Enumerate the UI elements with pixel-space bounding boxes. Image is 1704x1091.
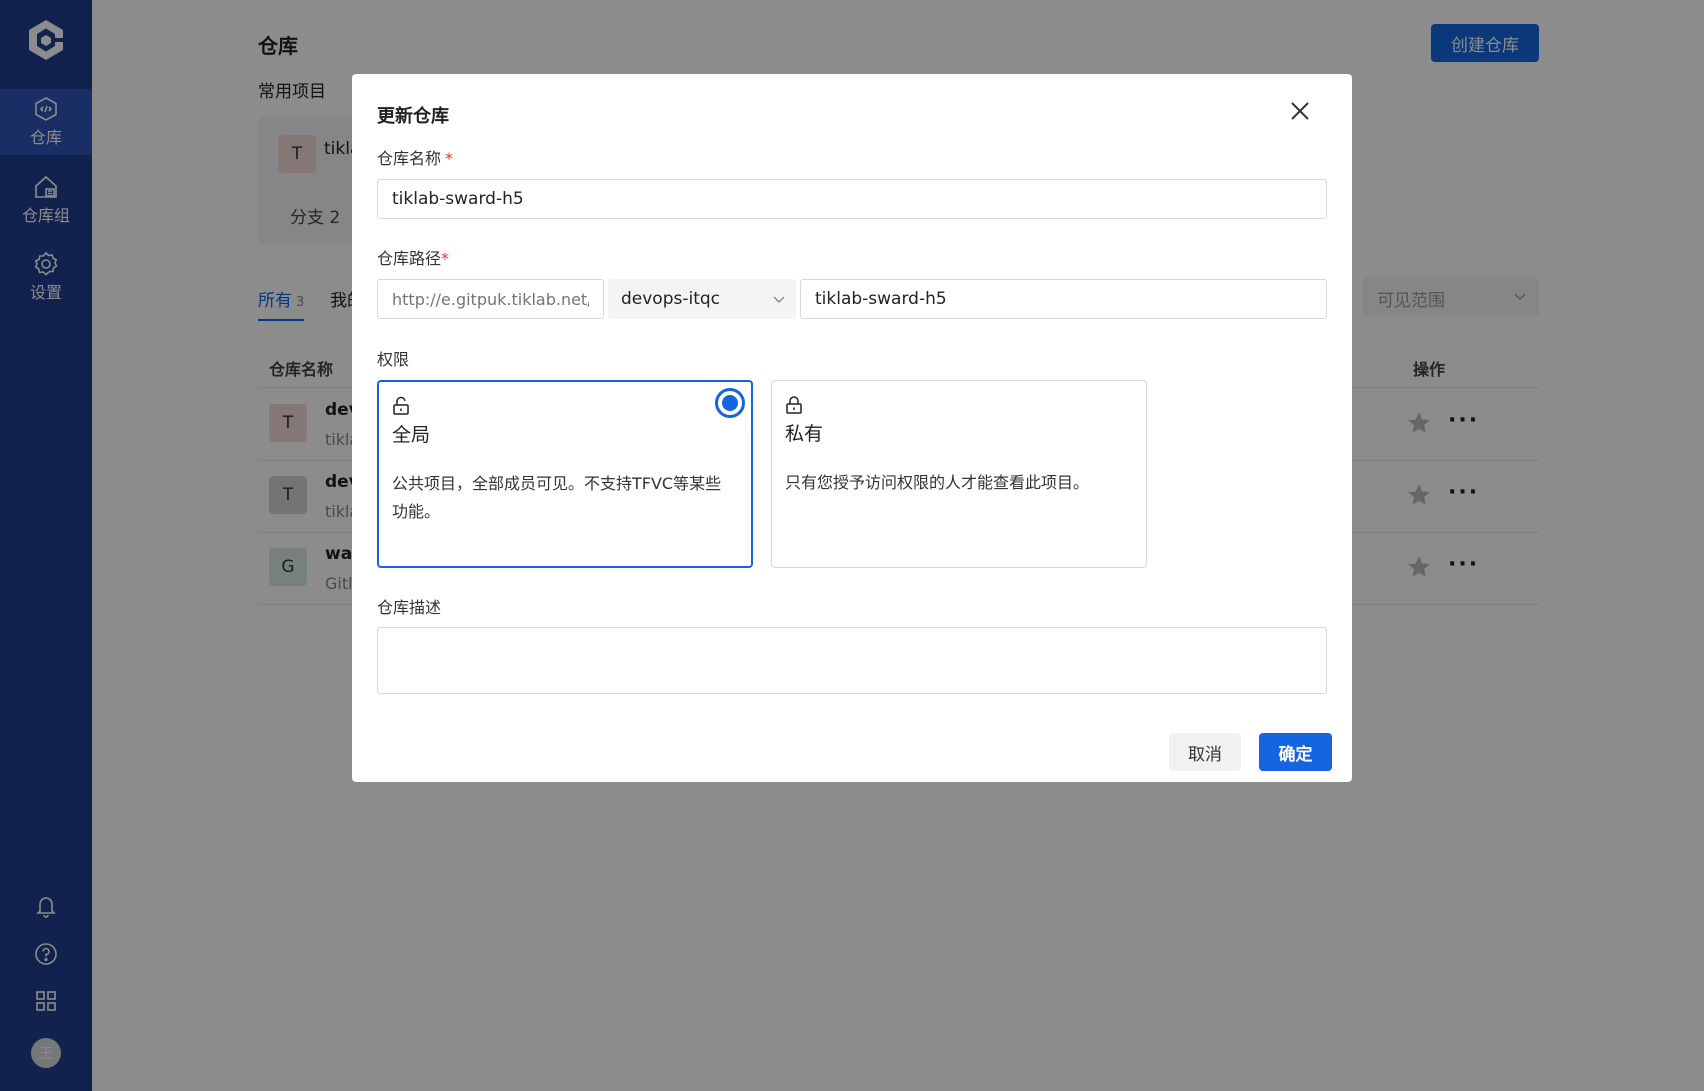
update-repo-dialog: 更新仓库 仓库名称* 仓库路径* devops-itqc 权限 全局 公共项目，… (352, 74, 1352, 782)
permission-option-private[interactable]: 私有 只有您授予访问权限的人才能查看此项目。 (771, 380, 1147, 568)
repo-desc-textarea[interactable] (377, 627, 1327, 694)
cancel-button[interactable]: 取消 (1169, 733, 1241, 771)
confirm-button[interactable]: 确定 (1259, 733, 1332, 771)
lock-icon (786, 396, 802, 414)
permission-radio-selected[interactable] (715, 388, 745, 418)
repo-name-input[interactable] (377, 179, 1327, 219)
permission-title: 全局 (392, 424, 431, 446)
repo-name-label: 仓库名称 * (377, 145, 453, 169)
repo-path-input[interactable] (800, 279, 1327, 319)
unlock-icon (393, 396, 409, 415)
repo-group-select[interactable]: devops-itqc (608, 279, 796, 319)
repo-path-label: 仓库路径* (377, 245, 449, 269)
required-mark: * (441, 249, 450, 268)
required-mark: * (445, 149, 454, 168)
label-text: 仓库名称 (377, 149, 442, 168)
permission-option-public[interactable]: 全局 公共项目，全部成员可见。不支持TFVC等某些功能。 (377, 380, 753, 568)
repo-desc-label: 仓库描述 (377, 598, 442, 617)
label-text: 仓库路径 (377, 249, 442, 268)
chevron-down-icon (773, 296, 785, 303)
dialog-title: 更新仓库 (377, 106, 449, 127)
permission-title: 私有 (785, 423, 824, 445)
close-icon[interactable] (1287, 98, 1313, 124)
repo-group-value: devops-itqc (621, 289, 721, 309)
permission-desc: 公共项目，全部成员可见。不支持TFVC等某些功能。 (392, 474, 722, 521)
permission-label: 权限 (377, 350, 410, 369)
permission-desc: 只有您授予访问权限的人才能查看此项目。 (785, 473, 1090, 492)
repo-path-prefix-input[interactable] (377, 279, 604, 319)
